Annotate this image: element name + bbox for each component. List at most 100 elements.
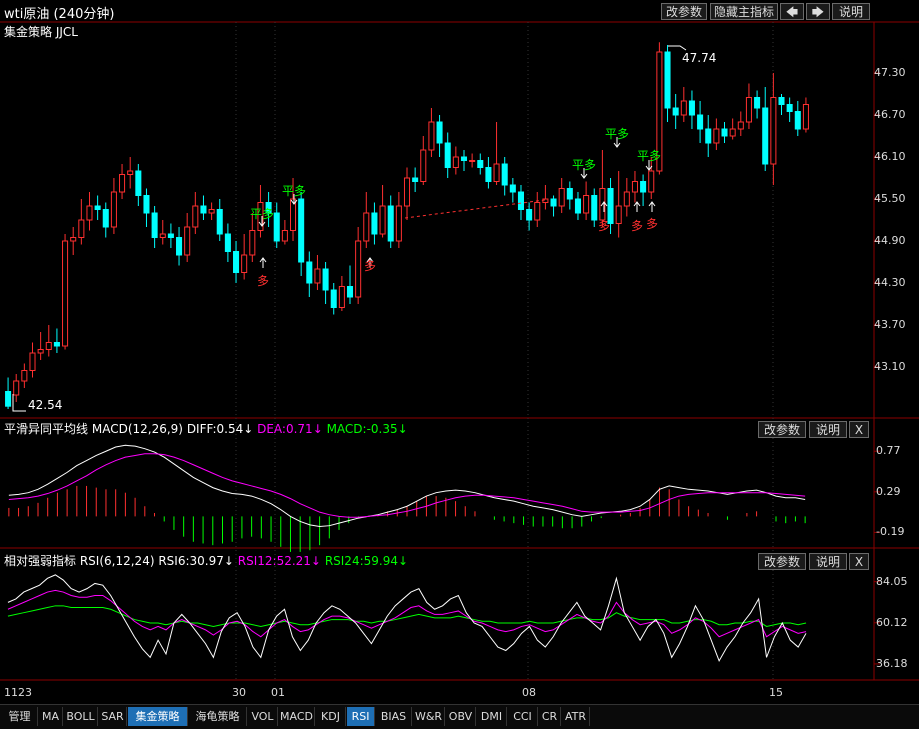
candle-body — [770, 97, 777, 165]
candle-body — [737, 121, 744, 130]
candle-body — [135, 170, 142, 196]
candle-body — [631, 181, 638, 193]
candle-body — [387, 205, 394, 242]
low-label: 42.54 — [28, 398, 62, 412]
candle-body — [802, 104, 809, 130]
rsi-y-tick-label: 84.05 — [876, 574, 908, 588]
candle-body — [705, 128, 712, 144]
stock-chart[interactable]: 平多平多平多平多平多多多多多多 47.74 42.54 — [0, 0, 919, 704]
candle-body — [754, 97, 761, 109]
candle-body — [281, 230, 288, 242]
candle-body — [680, 100, 687, 116]
candle-body — [70, 237, 77, 242]
candle-body — [648, 170, 655, 193]
candle-body — [314, 268, 321, 284]
candle-body — [542, 198, 549, 203]
candle-body — [794, 111, 801, 130]
candle-body — [167, 233, 174, 238]
tab-bias[interactable]: BIAS — [376, 707, 412, 726]
tab-cr[interactable]: CR — [539, 707, 561, 726]
candle-body — [5, 391, 12, 407]
macd-y-tick-label: -0.19 — [876, 525, 905, 539]
candle-body — [192, 205, 199, 228]
candle-body — [86, 205, 93, 221]
tab-rsi[interactable]: RSI — [347, 707, 375, 726]
candle-body — [102, 209, 109, 228]
candle-body — [664, 51, 671, 109]
tab-vol[interactable]: VOL — [248, 707, 278, 726]
candle-body — [298, 198, 305, 263]
candle-body — [62, 240, 69, 347]
tab-atr[interactable]: ATR — [562, 707, 590, 726]
tab-ma[interactable]: MA — [39, 707, 63, 726]
tab-dmi[interactable]: DMI — [477, 707, 507, 726]
candle-body — [534, 202, 541, 221]
rsi6-value: RSI6:30.97↓ — [158, 554, 234, 568]
candle-body — [322, 268, 329, 291]
candle-body — [159, 233, 166, 238]
candle-body — [200, 205, 207, 214]
candle-body — [762, 107, 769, 165]
main-y-tick-label: 43.10 — [874, 360, 906, 373]
main-y-tick-label: 46.70 — [874, 108, 906, 121]
rsi-close-icon[interactable]: X — [849, 553, 869, 570]
tab-boll[interactable]: BOLL — [64, 707, 98, 726]
candle-body — [485, 167, 492, 182]
macd-explain-button[interactable]: 说明 — [809, 421, 847, 438]
tab-[interactable]: 管理 — [2, 707, 38, 726]
candle-body — [721, 128, 728, 137]
candle-body — [94, 205, 101, 210]
x-label-15: 15 — [769, 686, 783, 699]
buy-signal: 多 — [598, 219, 610, 233]
buy-signal: 多 — [257, 274, 269, 288]
tab-sar[interactable]: SAR — [99, 707, 127, 726]
candle-body — [184, 226, 191, 256]
candle-body — [208, 209, 215, 214]
tab-wr[interactable]: W&R — [413, 707, 445, 726]
candle-body — [550, 198, 557, 207]
candle-body — [460, 156, 468, 161]
candle-body — [78, 219, 85, 238]
tab-cci[interactable]: CCI — [508, 707, 538, 726]
up-arrow-icon — [259, 257, 267, 268]
candle-body — [29, 352, 36, 371]
candle-body — [371, 212, 378, 235]
tab-macd[interactable]: MACD — [279, 707, 315, 726]
candle-body — [517, 191, 525, 210]
candle-body — [45, 342, 52, 350]
candle-body — [501, 163, 508, 186]
candle-body — [37, 349, 44, 354]
tab-[interactable]: 海龟策略 — [189, 707, 247, 726]
main-y-tick-label: 45.50 — [874, 192, 906, 205]
main-y-tick-label: 47.30 — [874, 66, 906, 79]
tab-obv[interactable]: OBV — [446, 707, 476, 726]
buy-signal: 多 — [646, 217, 658, 231]
candle-body — [574, 198, 581, 214]
rsi-params: RSI(6,12,24) — [79, 554, 155, 568]
macd-dea-value: DEA:0.71↓ — [257, 422, 323, 436]
main-y-tick-label: 46.10 — [874, 150, 906, 163]
candle-body — [452, 156, 459, 168]
macd-change-params-button[interactable]: 改参数 — [758, 421, 806, 438]
tab-kdj[interactable]: KDJ — [316, 707, 346, 726]
candle-body — [558, 188, 565, 207]
candle-body — [306, 261, 313, 284]
tab-[interactable]: 集金策略 — [128, 707, 188, 726]
macd-name: 平滑异同平均线 — [4, 422, 89, 436]
rsi24-value: RSI24:59.94↓ — [324, 554, 409, 568]
rsi-change-params-button[interactable]: 改参数 — [758, 553, 806, 570]
indicator-tab-bar: 管理 MA BOLL SAR 集金策略 海龟策略 VOL MACD KDJ RSI BIAS W&R O… — [0, 704, 919, 729]
main-y-tick-label: 44.90 — [874, 234, 906, 247]
candle-body — [778, 97, 785, 105]
candle-body — [249, 230, 256, 256]
candle-series — [5, 42, 809, 409]
rsi24-line — [7, 605, 807, 627]
macd-y-tick-label: 0.29 — [876, 484, 901, 498]
candle-body — [428, 121, 435, 151]
candle-body — [176, 237, 183, 256]
rsi-explain-button[interactable]: 说明 — [809, 553, 847, 570]
macd-close-icon[interactable]: X — [849, 421, 869, 438]
candle-body — [786, 104, 793, 112]
candle-body — [233, 251, 240, 273]
candle-body — [224, 233, 231, 252]
